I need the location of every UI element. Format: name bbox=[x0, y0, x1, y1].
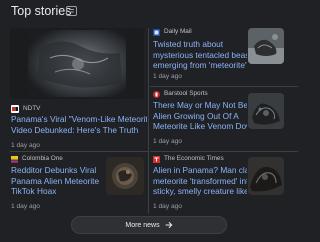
headline-line: Video Debunked: Here's The Truth bbox=[11, 124, 139, 135]
column-divider bbox=[148, 28, 149, 214]
daily-mail-logo-icon bbox=[153, 28, 160, 36]
story-age: 1 day ago bbox=[11, 203, 40, 210]
story-age: 1 day ago bbox=[153, 73, 182, 80]
headline-line: TikTok Hoax bbox=[11, 186, 57, 196]
divider bbox=[150, 151, 298, 152]
story-source: Barstool Sports bbox=[153, 90, 208, 98]
more-news-button[interactable]: More news bbox=[71, 216, 227, 234]
story-source-name: Colombia One bbox=[22, 155, 63, 162]
headline-line: Meteorite Like Venom Down... bbox=[153, 121, 247, 131]
story-card-barstool[interactable]: Barstool Sports There May or May Not Be … bbox=[150, 90, 300, 152]
headline-line: emerging from 'meteorite' bbox=[153, 60, 247, 70]
story-thumbnail bbox=[10, 28, 144, 99]
headline-line: Alien in Panama? Man claims bbox=[153, 165, 247, 175]
headline-line: Panama's Viral "Venom-Like Meteorite" bbox=[11, 114, 147, 124]
story-source-name: NDTV bbox=[23, 105, 41, 112]
story-source: Colombia One bbox=[11, 155, 63, 163]
more-news-label: More news bbox=[125, 221, 160, 229]
story-thumbnail bbox=[248, 28, 284, 64]
headline-line: Panama Alien Meteorite bbox=[11, 175, 100, 186]
ndtv-logo-icon bbox=[11, 105, 19, 113]
story-headline[interactable]: Panama's Viral "Venom-Like Meteorite" Vi… bbox=[11, 114, 147, 135]
divider bbox=[150, 86, 298, 87]
story-age: 1 day ago bbox=[153, 203, 182, 210]
story-source: NDTV bbox=[11, 105, 40, 113]
headline-line: mysterious tentacled beast bbox=[153, 49, 247, 60]
story-card-colombia-one[interactable]: Colombia One Redditor Debunks Viral Pana… bbox=[0, 155, 148, 213]
headline-line: sticky, smelly creature like... bbox=[153, 186, 247, 196]
story-headline[interactable]: There May or May Not Be An Alien Growing… bbox=[153, 100, 247, 132]
section-title: Top stories bbox=[11, 4, 72, 18]
story-headline[interactable]: Alien in Panama? Man claims meteorite 't… bbox=[153, 165, 247, 197]
story-source: The Economic Times bbox=[153, 155, 224, 163]
story-source-name: The Economic Times bbox=[164, 155, 224, 162]
headline-line: Twisted truth about bbox=[153, 39, 224, 49]
barstool-logo-icon bbox=[153, 90, 160, 98]
story-card-ndtv[interactable]: NDTV Panama's Viral "Venom-Like Meteorit… bbox=[0, 28, 148, 152]
feedback-icon[interactable] bbox=[65, 5, 77, 16]
story-source-name: Daily Mail bbox=[164, 28, 192, 35]
headline-line: Alien Growing Out Of A bbox=[153, 110, 239, 121]
colombia-one-logo-icon bbox=[11, 155, 18, 163]
story-thumbnail bbox=[248, 157, 284, 195]
story-source: Daily Mail bbox=[153, 28, 192, 36]
story-age: 1 day ago bbox=[11, 142, 40, 149]
story-headline[interactable]: Redditor Debunks Viral Panama Alien Mete… bbox=[11, 165, 101, 197]
story-thumbnail bbox=[106, 157, 144, 195]
economic-times-logo-icon bbox=[153, 155, 160, 163]
headline-line: There May or May Not Be An bbox=[153, 100, 247, 110]
top-stories-header: Top stories bbox=[0, 0, 300, 26]
story-headline[interactable]: Twisted truth about mysterious tentacled… bbox=[153, 39, 247, 71]
headline-line: meteorite 'transformed' into bbox=[153, 175, 247, 186]
story-thumbnail bbox=[248, 93, 284, 129]
divider bbox=[10, 151, 148, 152]
story-card-daily-mail[interactable]: Daily Mail Twisted truth about mysteriou… bbox=[150, 28, 300, 84]
story-source-name: Barstool Sports bbox=[164, 90, 208, 97]
story-card-economic-times[interactable]: The Economic Times Alien in Panama? Man … bbox=[150, 155, 300, 213]
story-age: 1 day ago bbox=[153, 138, 182, 145]
headline-line: Redditor Debunks Viral bbox=[11, 165, 97, 175]
arrow-right-icon bbox=[165, 221, 173, 229]
